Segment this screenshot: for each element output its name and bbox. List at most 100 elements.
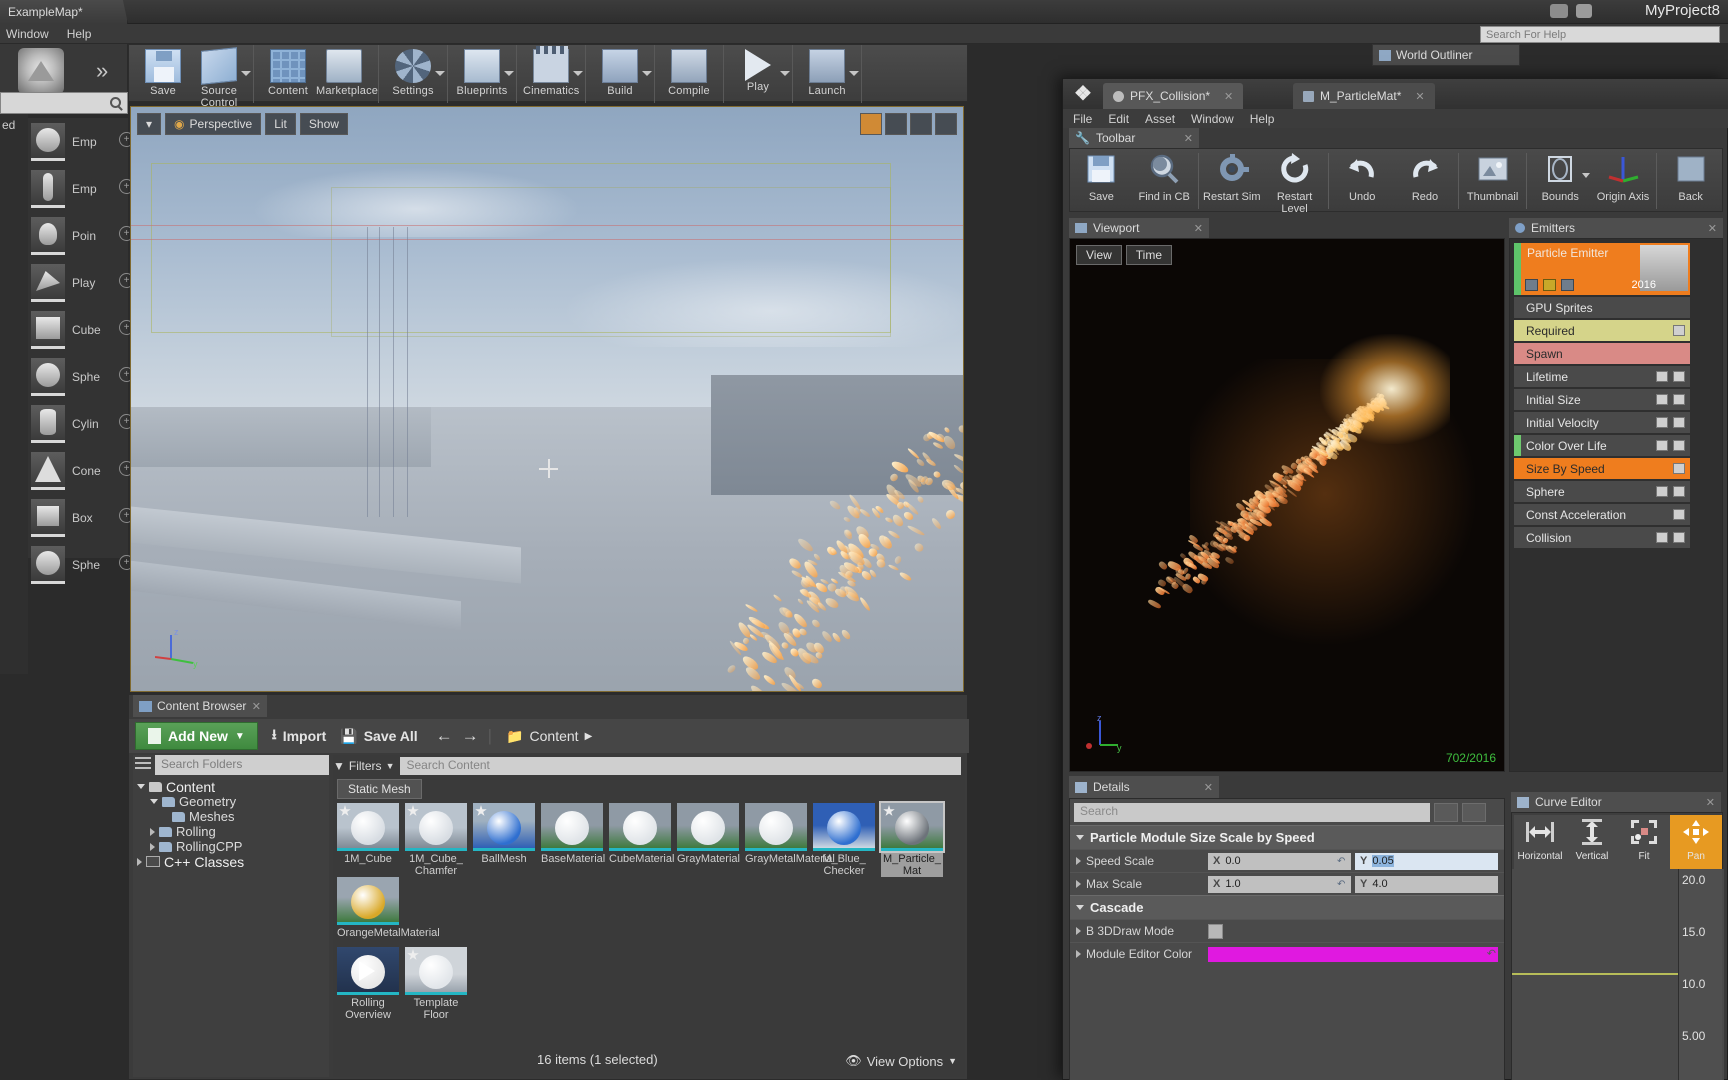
module-curve-icon[interactable] — [1673, 463, 1685, 474]
viewport-options-button[interactable]: ▾ — [137, 113, 162, 135]
cascade-time-button[interactable]: Time — [1125, 245, 1173, 265]
bounds-button[interactable]: Bounds — [1529, 149, 1592, 203]
chevron-down-icon[interactable] — [504, 71, 514, 76]
chevron-right-icon[interactable] — [150, 842, 155, 851]
chevron-down-icon[interactable] — [642, 71, 652, 76]
level-viewport[interactable]: ▾ ◉ Perspective Lit Show z y — [130, 106, 964, 692]
content-button[interactable]: Content — [260, 49, 316, 97]
tab-curve-editor[interactable]: Curve Editor ✕ — [1511, 792, 1721, 812]
tab-cascade-viewport[interactable]: Viewport ✕ — [1069, 218, 1209, 238]
folder-tree-item-3[interactable]: Rolling — [133, 824, 329, 839]
place-actor-item-4[interactable]: Cube + — [28, 306, 134, 353]
forward-icon[interactable]: → — [462, 726, 479, 746]
cascade-viewport[interactable]: View Time z y 702/2016 — [1069, 238, 1505, 772]
back-icon[interactable]: ← — [436, 726, 453, 746]
module-curve-icon[interactable] — [1673, 371, 1685, 382]
details-row-b-3ddraw-mode[interactable]: B 3DDraw Mode — [1070, 919, 1504, 942]
viewport-gizmo-group[interactable] — [860, 113, 957, 135]
speed-scale-x-input[interactable]: X 0.0 ↶ — [1208, 852, 1351, 870]
rotate-gizmo-icon[interactable] — [885, 113, 907, 135]
cinematics-button[interactable]: Cinematics — [523, 46, 583, 97]
speed-scale-y-input[interactable]: Y 0.05 — [1355, 852, 1498, 870]
cascade-toolbar[interactable]: Save Find in CB Restart Sim Restart Level Un… — [1069, 148, 1723, 215]
viewport-show-button[interactable]: Show — [299, 113, 348, 135]
restart-sim-button[interactable]: Restart Sim — [1200, 149, 1263, 203]
chevron-down-icon[interactable] — [780, 71, 790, 76]
chevron-down-icon[interactable] — [150, 799, 158, 804]
cascade-viewport-buttons[interactable]: View Time — [1076, 245, 1173, 265]
import-button[interactable]: ⭳ Import — [272, 724, 326, 748]
emitter-module-sphere[interactable]: Sphere — [1514, 481, 1690, 502]
tab-details[interactable]: Details ✕ — [1069, 776, 1219, 798]
tab-world-outliner[interactable]: World Outliner — [1372, 44, 1520, 66]
emitter-module-size-by-speed[interactable]: Size By Speed — [1514, 458, 1690, 479]
asset-grid[interactable]: 1M_Cube 1M_Cube_Chamfer BallMesh BaseMateri… — [337, 801, 961, 1021]
main-toolbar[interactable]: Save Source Control Content Marketplace Sett… — [128, 44, 968, 109]
place-actor-item-6[interactable]: Cylin + — [28, 400, 134, 447]
back-button[interactable]: Back — [1659, 149, 1722, 203]
chevron-down-icon[interactable] — [849, 71, 859, 76]
add-new-button[interactable]: Add New ▼ — [135, 722, 258, 750]
world-axis-icon[interactable] — [935, 113, 957, 135]
viewport-camera-mode-button[interactable]: ◉ Perspective — [165, 113, 262, 135]
place-actor-item-5[interactable]: Sphe + — [28, 353, 134, 400]
details-view-options-button[interactable] — [1462, 803, 1486, 822]
tab-toolbar[interactable]: 🔧 Toolbar ✕ — [1069, 128, 1199, 148]
content-browser-toolbar[interactable]: Add New ▼ ⭳ Import 💾 Save All ← → | 📁 Co… — [129, 719, 969, 753]
emitter-header[interactable]: Particle Emitter 2016 — [1514, 243, 1690, 295]
emitter-module-spawn[interactable]: Spawn — [1514, 343, 1690, 364]
module-curve-icon[interactable] — [1673, 509, 1685, 520]
asset-item[interactable]: Rolling Overview — [337, 947, 399, 1021]
thumbnail-button[interactable]: Thumbnail — [1461, 149, 1524, 203]
filters-button[interactable]: ▼ Filters ▼ — [333, 759, 394, 773]
level-tab-examplemap[interactable]: ExampleMap* — [0, 0, 128, 24]
cascade-menu-file[interactable]: File — [1073, 112, 1092, 126]
place-actors-list[interactable]: Emp + Emp + Poin + Play + Cube + Sphe + Cylin + Cone + B… — [28, 118, 134, 584]
emitter-solo-checkbox[interactable] — [1543, 279, 1556, 291]
tab-emitters[interactable]: Emitters ✕ — [1509, 218, 1723, 238]
asset-item[interactable]: M_Blue_Checker — [813, 803, 875, 877]
folder-tree-item-2[interactable]: Meshes — [133, 809, 329, 824]
module-curve-icon[interactable] — [1673, 440, 1685, 451]
close-icon[interactable]: ✕ — [1415, 90, 1424, 103]
save-button[interactable]: Save — [135, 49, 191, 97]
breadcrumb-content[interactable]: Content — [530, 728, 579, 744]
tab-content-browser[interactable]: Content Browser ✕ — [133, 695, 267, 717]
chevron-down-icon[interactable] — [1076, 835, 1084, 840]
module-curve-icon[interactable] — [1673, 325, 1685, 336]
asset-item[interactable]: BallMesh — [473, 803, 535, 865]
chevron-right-icon[interactable] — [1076, 857, 1081, 865]
close-icon[interactable]: ✕ — [1224, 90, 1233, 103]
place-actor-item-3[interactable]: Play + — [28, 259, 134, 306]
curve-tool-pan[interactable]: Pan — [1670, 815, 1722, 871]
asset-item[interactable]: OrangeMetalMaterial — [337, 877, 440, 939]
save-all-button[interactable]: 💾 Save All — [340, 728, 417, 745]
cascade-menu-window[interactable]: Window — [1191, 112, 1234, 126]
max-scale-x-input[interactable]: X 1.0 ↶ — [1208, 875, 1351, 893]
module-editor-color-swatch[interactable]: ↶ — [1208, 946, 1498, 962]
details-filter-button[interactable] — [1434, 803, 1458, 822]
chevron-down-icon[interactable] — [573, 71, 583, 76]
curve-editor-panel[interactable]: HorizontalVerticalFitPan ColorOverLifeAl… — [1511, 812, 1724, 1080]
emitter-module-initial-size[interactable]: Initial Size — [1514, 389, 1690, 410]
curve-tool-horizontal[interactable]: Horizontal — [1514, 815, 1566, 871]
place-actors-search-input[interactable] — [0, 92, 128, 114]
module-enable-icon[interactable] — [1656, 440, 1668, 451]
place-actor-item-7[interactable]: Cone + — [28, 447, 134, 494]
place-actor-item-0[interactable]: Emp + — [28, 118, 134, 165]
cascade-menu-help[interactable]: Help — [1250, 112, 1275, 126]
save-button[interactable]: Save — [1070, 149, 1133, 203]
close-icon[interactable]: ✕ — [1194, 222, 1203, 235]
max-scale-y-input[interactable]: Y 4.0 — [1355, 875, 1498, 893]
chevron-down-icon[interactable] — [241, 71, 251, 76]
source-control-button[interactable]: Source Control — [191, 47, 251, 109]
cascade-view-button[interactable]: View — [1076, 245, 1122, 265]
active-filter-static-mesh[interactable]: Static Mesh — [337, 779, 422, 799]
help-search-input[interactable]: Search For Help — [1480, 26, 1720, 43]
asset-item[interactable]: M_Particle_Mat — [879, 801, 945, 877]
chevron-down-icon[interactable] — [1581, 173, 1590, 178]
redo-button[interactable]: Redo — [1394, 149, 1457, 203]
menu-window[interactable]: Window — [6, 27, 49, 41]
asset-item[interactable]: GrayMetalMaterial — [745, 803, 835, 865]
chevron-right-icon[interactable] — [1076, 880, 1081, 888]
